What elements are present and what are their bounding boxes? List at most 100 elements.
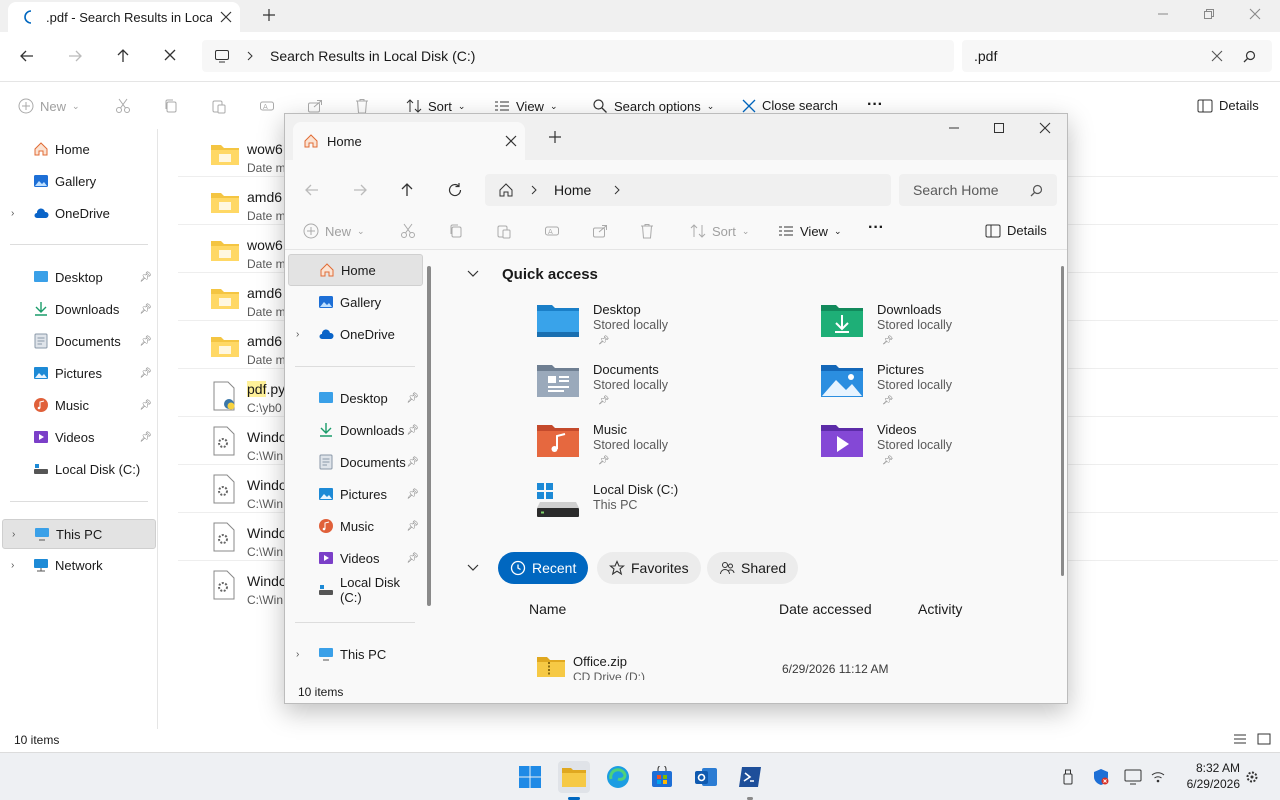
table-row[interactable]: Office.zip CD Drive (D:) 6/29/2026 11:12… bbox=[521, 646, 1021, 684]
chevron-right-icon[interactable]: › bbox=[296, 329, 308, 340]
start-button[interactable] bbox=[514, 761, 546, 793]
pin-icon[interactable]: 📌︎ bbox=[406, 393, 419, 404]
bg-nav-home[interactable]: Home bbox=[0, 135, 156, 163]
bg-close-search-button[interactable]: Close search bbox=[742, 98, 838, 113]
forward-arrow-icon[interactable] bbox=[352, 182, 368, 198]
bg-nav-onedrive[interactable]: › OneDrive bbox=[0, 199, 156, 227]
more-options-icon[interactable]: ··· bbox=[867, 96, 883, 114]
paste-icon[interactable] bbox=[211, 98, 227, 114]
delete-icon[interactable] bbox=[355, 98, 369, 114]
forward-arrow-icon[interactable] bbox=[67, 48, 83, 64]
usb-drive-icon[interactable] bbox=[1061, 769, 1075, 785]
chevron-right-icon[interactable] bbox=[613, 185, 621, 195]
fg-details-button[interactable]: Details bbox=[985, 223, 1047, 238]
pin-icon[interactable]: 📌︎ bbox=[406, 489, 419, 500]
bg-nav-local-disk[interactable]: Local Disk (C:) bbox=[0, 455, 156, 483]
tab-shared[interactable]: Shared bbox=[707, 552, 799, 584]
display-icon[interactable] bbox=[1124, 769, 1142, 785]
restore-icon[interactable] bbox=[1203, 8, 1215, 20]
bg-details-button[interactable]: Details bbox=[1197, 98, 1259, 113]
up-arrow-icon[interactable] bbox=[115, 48, 131, 64]
pin-icon[interactable]: 📌︎ bbox=[139, 272, 152, 283]
details-view-icon[interactable] bbox=[1233, 733, 1247, 745]
fg-nav-documents[interactable]: Documents 📌︎ bbox=[285, 448, 423, 476]
clear-search-icon[interactable] bbox=[1211, 50, 1223, 62]
chevron-right-icon[interactable]: › bbox=[12, 529, 24, 540]
fg-new-button[interactable]: New ⌄ bbox=[303, 223, 365, 239]
fg-nav-local-disk[interactable]: Local Disk (C:) bbox=[285, 575, 423, 605]
file-explorer-taskbar-button[interactable] bbox=[558, 761, 590, 800]
back-arrow-icon[interactable] bbox=[304, 182, 320, 198]
fg-search-box[interactable]: Search Home bbox=[899, 174, 1057, 206]
close-tab-icon[interactable] bbox=[505, 135, 517, 147]
back-arrow-icon[interactable] bbox=[19, 48, 35, 64]
bg-nav-documents[interactable]: Documents 📌︎ bbox=[0, 327, 156, 355]
new-tab-icon[interactable] bbox=[548, 130, 562, 144]
fg-nav-videos[interactable]: Videos 📌︎ bbox=[285, 544, 423, 572]
content-scrollbar[interactable] bbox=[1061, 266, 1064, 576]
quick-access-music[interactable]: Music Stored locally 📌︎ bbox=[536, 422, 776, 478]
up-arrow-icon[interactable] bbox=[399, 182, 415, 198]
tab-recent[interactable]: Recent bbox=[498, 552, 589, 584]
bg-address-bar[interactable]: Search Results in Local Disk (C:) bbox=[202, 40, 954, 72]
minimize-icon[interactable] bbox=[1157, 8, 1169, 20]
rename-icon[interactable]: A bbox=[544, 223, 560, 239]
refresh-icon[interactable] bbox=[447, 182, 463, 198]
fg-nav-desktop[interactable]: Desktop 📌︎ bbox=[285, 384, 423, 412]
more-options-icon[interactable]: ··· bbox=[868, 219, 884, 237]
pin-icon[interactable]: 📌︎ bbox=[406, 457, 419, 468]
bg-nav-pictures[interactable]: Pictures 📌︎ bbox=[0, 359, 156, 387]
tiles-view-icon[interactable] bbox=[1257, 733, 1271, 745]
fg-view-button[interactable]: View ⌄ bbox=[778, 223, 842, 239]
fg-breadcrumb[interactable]: Home bbox=[554, 182, 591, 198]
pin-icon[interactable]: 📌︎ bbox=[406, 553, 419, 564]
bg-sort-button[interactable]: Sort ⌄ bbox=[406, 98, 465, 114]
fg-nav-music[interactable]: Music 📌︎ bbox=[285, 512, 423, 540]
close-window-icon[interactable] bbox=[1249, 8, 1261, 20]
fg-nav-onedrive[interactable]: › OneDrive bbox=[285, 320, 425, 348]
edge-browser-button[interactable] bbox=[602, 761, 634, 793]
search-icon[interactable] bbox=[1243, 50, 1256, 63]
collapse-chevron-icon[interactable] bbox=[467, 564, 479, 572]
column-header-date[interactable]: Date accessed bbox=[779, 601, 872, 617]
column-header-activity[interactable]: Activity bbox=[918, 601, 962, 617]
pin-icon[interactable]: 📌︎ bbox=[406, 425, 419, 436]
quick-access-documents[interactable]: Documents Stored locally 📌︎ bbox=[536, 362, 776, 418]
pin-icon[interactable]: 📌︎ bbox=[139, 368, 152, 379]
bg-nav-this-pc[interactable]: › This PC bbox=[2, 519, 156, 549]
pin-icon[interactable]: 📌︎ bbox=[139, 336, 152, 347]
share-icon[interactable] bbox=[592, 223, 608, 239]
cut-icon[interactable] bbox=[115, 98, 131, 114]
fg-nav-pictures[interactable]: Pictures 📌︎ bbox=[285, 480, 423, 508]
minimize-icon[interactable] bbox=[948, 122, 960, 134]
pin-icon[interactable]: 📌︎ bbox=[406, 521, 419, 532]
pin-icon[interactable]: 📌︎ bbox=[139, 304, 152, 315]
cut-icon[interactable] bbox=[400, 223, 416, 239]
share-icon[interactable] bbox=[307, 98, 323, 114]
bg-search-options-button[interactable]: Search options ⌄ bbox=[592, 98, 714, 114]
bg-nav-downloads[interactable]: Downloads 📌︎ bbox=[0, 295, 156, 323]
close-window-icon[interactable] bbox=[1039, 122, 1051, 134]
bg-nav-gallery[interactable]: Gallery bbox=[0, 167, 156, 195]
fg-sort-button[interactable]: Sort ⌄ bbox=[690, 223, 749, 239]
bg-new-button[interactable]: New ⌄ bbox=[18, 98, 80, 114]
bg-nav-network[interactable]: › Network bbox=[0, 551, 156, 579]
close-tab-icon[interactable] bbox=[220, 11, 232, 23]
outlook-button[interactable] bbox=[690, 761, 722, 793]
column-header-name[interactable]: Name bbox=[529, 601, 566, 617]
pin-icon[interactable]: 📌︎ bbox=[139, 400, 152, 411]
paste-icon[interactable] bbox=[496, 223, 512, 239]
chevron-right-icon[interactable]: › bbox=[11, 208, 23, 219]
stop-icon[interactable] bbox=[163, 48, 177, 62]
delete-icon[interactable] bbox=[640, 223, 654, 239]
quick-access-videos[interactable]: Videos Stored locally 📌︎ bbox=[820, 422, 1060, 478]
copy-icon[interactable] bbox=[448, 223, 464, 239]
fg-nav-this-pc[interactable]: › This PC bbox=[285, 640, 425, 668]
clock-date[interactable]: 6/29/2026 bbox=[1172, 777, 1240, 791]
bg-nav-desktop[interactable]: Desktop 📌︎ bbox=[0, 263, 156, 291]
bg-tab-search-results[interactable]: .pdf - Search Results in Local D bbox=[8, 2, 240, 32]
bg-search-box[interactable]: .pdf bbox=[962, 40, 1272, 72]
pin-icon[interactable]: 📌︎ bbox=[139, 432, 152, 443]
quick-access-pictures[interactable]: Pictures Stored locally 📌︎ bbox=[820, 362, 1060, 418]
fg-address-bar[interactable]: Home bbox=[485, 174, 891, 206]
